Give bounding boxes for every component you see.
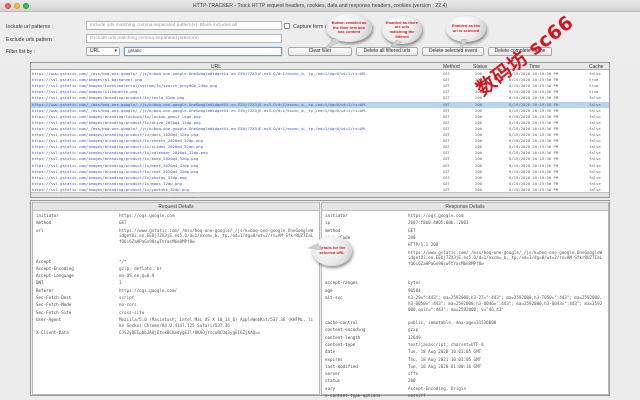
callout-pointers [307, 37, 469, 251]
app-window: HTTP-TRACKER - Track HTTP request header… [0, 0, 640, 400]
callout-pointer [321, 37, 341, 53]
callout-pointer [459, 38, 469, 51]
callout-pointer [307, 243, 323, 251]
callout-pointer [387, 39, 403, 51]
